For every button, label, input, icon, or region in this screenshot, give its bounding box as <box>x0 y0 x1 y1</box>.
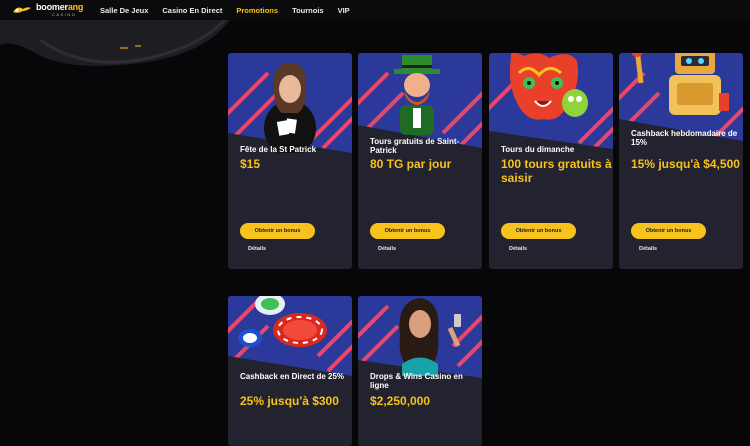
hero-boomerang-art <box>0 20 230 66</box>
promo-title: Tours gratuits de Saint-Patrick <box>370 137 460 155</box>
dealer-woman-cards-icon <box>228 53 352 153</box>
details-link[interactable]: Détails <box>509 246 527 252</box>
promo-card-free-spins-st-patrick: Tours gratuits de Saint-Patrick 80 TG pa… <box>358 53 482 269</box>
nav-item-tournois[interactable]: Tournois <box>292 6 324 15</box>
brand-name: boomerang <box>36 2 84 12</box>
promo-card-st-patrick: Fête de la St Patrick $15 Obtenir un bon… <box>228 53 352 269</box>
promo-offer: 80 TG par jour <box>370 157 452 171</box>
casino-chips-icon <box>228 296 352 396</box>
tiger-mask-icon <box>489 53 613 153</box>
promo-image <box>228 53 352 153</box>
nav-item-vip[interactable]: VIP <box>338 6 350 15</box>
promo-offer: $2,250,000 <box>370 394 431 408</box>
details-link[interactable]: Détails <box>639 246 657 252</box>
brand-tagline: CASINO <box>52 12 77 17</box>
brand-logo[interactable]: boomerang CASINO <box>12 2 92 18</box>
get-bonus-button[interactable]: Obtenir un bonus <box>501 223 576 239</box>
nav-item-promotions[interactable]: Promotions <box>236 6 278 15</box>
promo-title: Cashback hebdomadaire de 15% <box>631 129 738 147</box>
promo-image <box>228 296 352 396</box>
promo-offer: 25% jusqu'à $300 <box>240 394 339 408</box>
details-link[interactable]: Détails <box>378 246 396 252</box>
promo-card-live-cashback: Cashback en Direct de 25% 25% jusqu'à $3… <box>228 296 352 446</box>
promo-card-sunday-spins: Tours du dimanche 100 tours gratuits à s… <box>489 53 613 269</box>
promo-image <box>489 53 613 153</box>
promo-offer: 15% jusqu'à $4,500 <box>631 157 740 171</box>
promo-card-weekly-cashback: Cashback hebdomadaire de 15% 15% jusqu'à… <box>619 53 743 269</box>
get-bonus-button[interactable]: Obtenir un bonus <box>240 223 315 239</box>
main-nav: Salle De Jeux Casino En Direct Promotion… <box>100 0 350 20</box>
top-navigation-bar: boomerang CASINO Salle De Jeux Casino En… <box>0 0 750 20</box>
promo-offer: $15 <box>240 157 261 171</box>
get-bonus-button[interactable]: Obtenir un bonus <box>370 223 445 239</box>
promo-title: Fête de la St Patrick <box>240 145 317 154</box>
nav-item-casino-en-direct[interactable]: Casino En Direct <box>162 6 222 15</box>
promo-offer: 100 tours gratuits à saisir <box>501 157 612 185</box>
promo-title: Cashback en Direct de 25% <box>240 372 345 381</box>
get-bonus-button[interactable]: Obtenir un bonus <box>631 223 706 239</box>
boomerang-icon <box>13 7 31 13</box>
promo-card-drops-wins: Drops & Wins Casino en ligne $2,250,000 <box>358 296 482 446</box>
promo-title: Tours du dimanche <box>501 145 575 154</box>
details-link[interactable]: Détails <box>248 246 266 252</box>
promo-title: Drops & Wins Casino en ligne <box>370 372 463 390</box>
nav-item-salle-de-jeux[interactable]: Salle De Jeux <box>100 6 148 15</box>
